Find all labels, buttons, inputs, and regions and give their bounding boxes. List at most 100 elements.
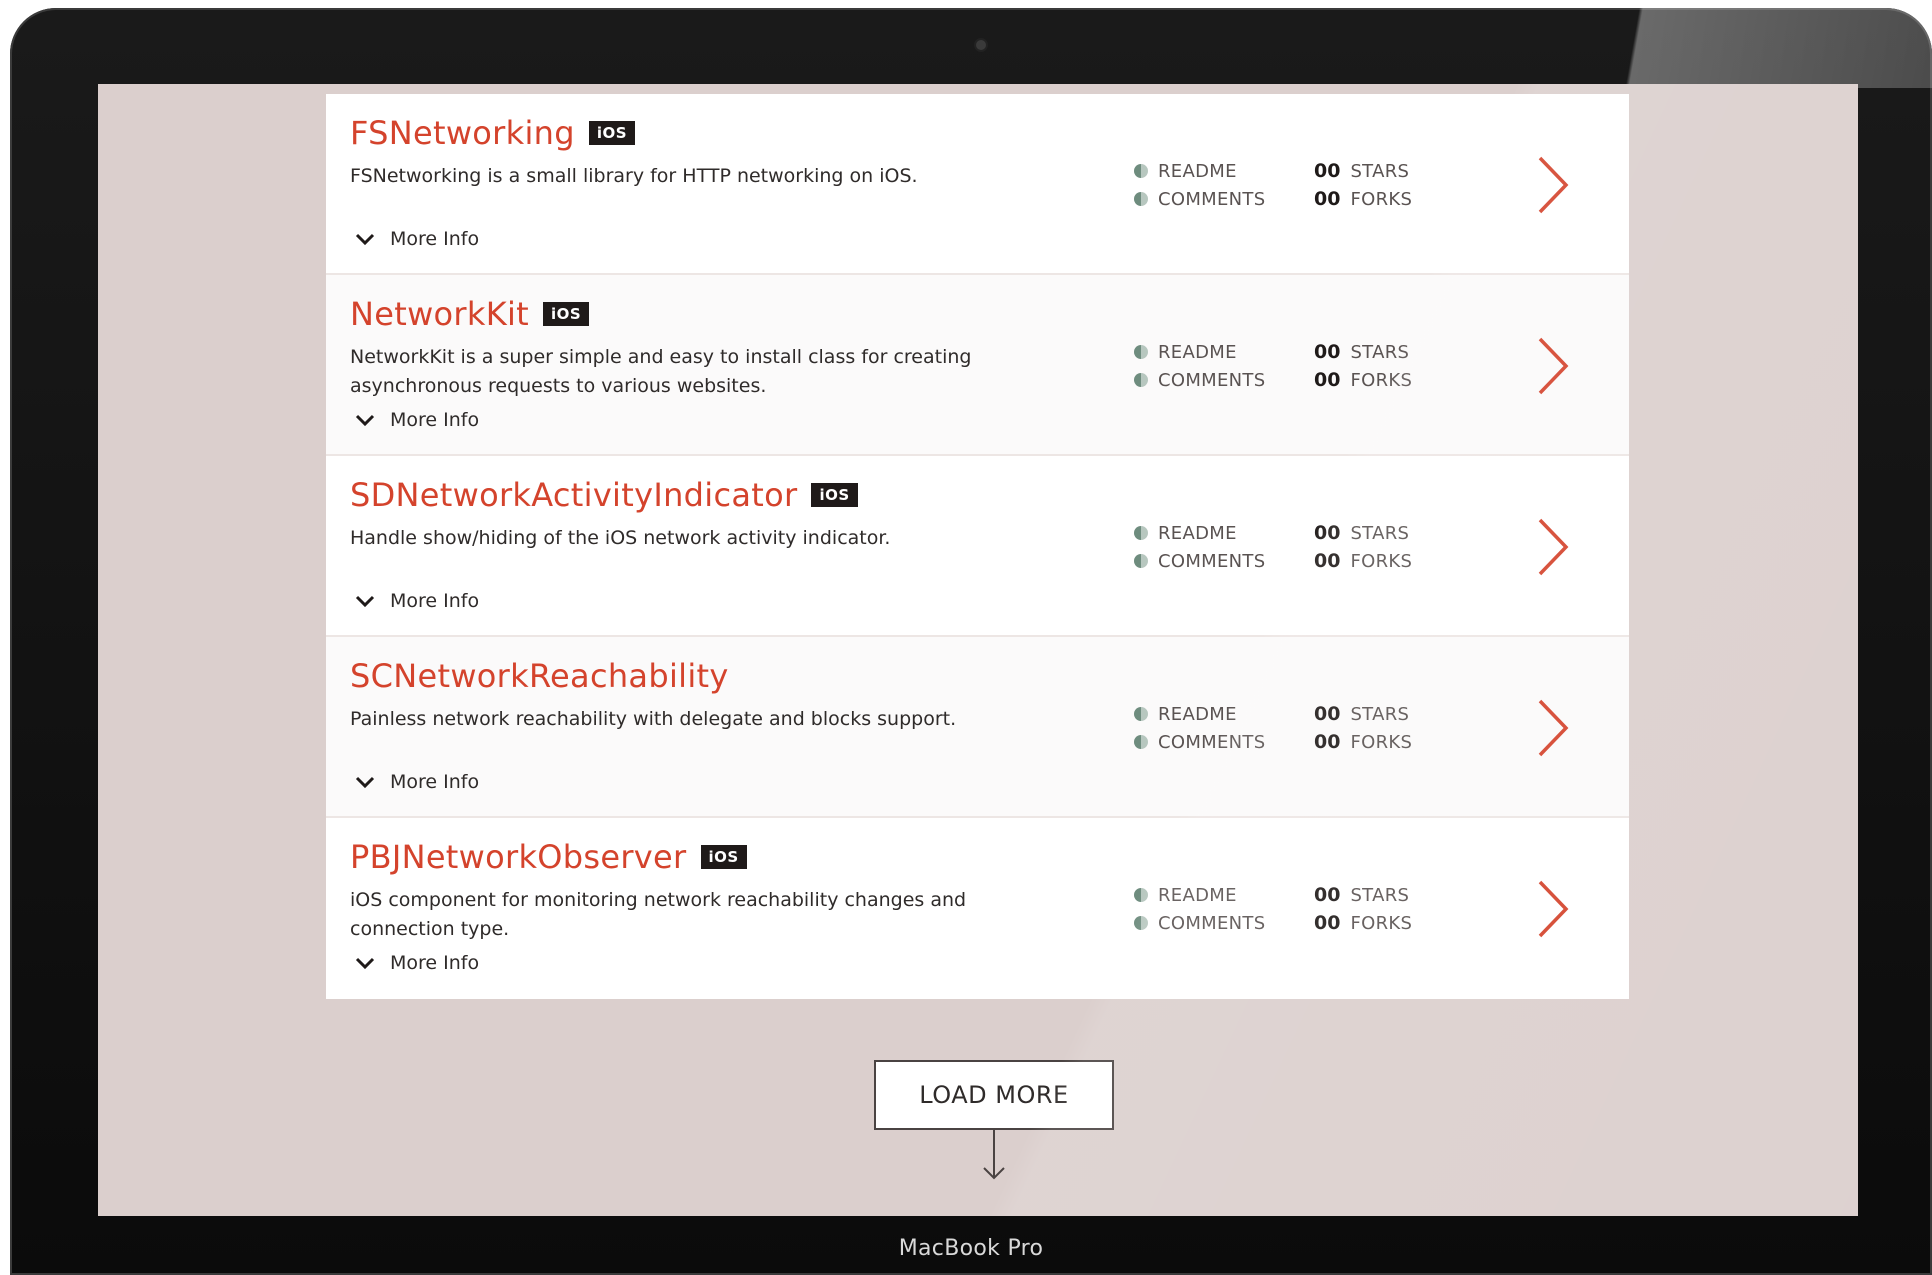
- forks-count: 00: [1314, 912, 1341, 934]
- more-info-toggle[interactable]: More Info: [354, 771, 479, 793]
- comments-label: COMMENTS: [1158, 188, 1266, 210]
- status-dot-icon: [1134, 554, 1148, 568]
- repo-title-link[interactable]: FSNetworking: [350, 114, 575, 152]
- forks-label: FORKS: [1350, 912, 1413, 934]
- status-dot-icon: [1134, 735, 1148, 749]
- bezel-glare: [1572, 8, 1932, 88]
- comments-link[interactable]: COMMENTS: [1134, 550, 1314, 572]
- more-info-toggle[interactable]: More Info: [354, 590, 479, 612]
- forks-stat: 00 FORKS: [1314, 731, 1444, 753]
- status-dot-icon: [1134, 345, 1148, 359]
- chevron-right-icon[interactable]: [1534, 697, 1572, 759]
- forks-count: 00: [1314, 188, 1341, 210]
- chevron-down-icon: [355, 776, 375, 789]
- repo-title-row: PBJNetworkObserver iOS: [350, 838, 747, 876]
- stars-label: STARS: [1350, 522, 1410, 544]
- more-info-label: More Info: [390, 228, 480, 250]
- repo-title-link[interactable]: SCNetworkReachability: [350, 657, 729, 695]
- more-info-label: More Info: [390, 771, 480, 793]
- repo-description: FSNetworking is a small library for HTTP…: [350, 165, 918, 187]
- repo-title-link[interactable]: SDNetworkActivityIndicator: [350, 476, 797, 514]
- forks-stat: 00 FORKS: [1314, 369, 1444, 391]
- stars-count: 00: [1314, 341, 1341, 363]
- repo-card: PBJNetworkObserver iOS iOS component for…: [326, 818, 1629, 999]
- more-info-label: More Info: [390, 590, 480, 612]
- stars-count: 00: [1314, 884, 1341, 906]
- comments-link[interactable]: COMMENTS: [1134, 188, 1314, 210]
- forks-stat: 00 FORKS: [1314, 188, 1444, 210]
- status-dot-icon: [1134, 888, 1148, 902]
- more-info-toggle[interactable]: More Info: [354, 228, 479, 250]
- readme-link[interactable]: README: [1134, 703, 1314, 725]
- repo-description: iOS component for monitoring network rea…: [350, 889, 967, 940]
- stars-count: 00: [1314, 522, 1341, 544]
- forks-count: 00: [1314, 731, 1341, 753]
- repo-meta: README 00 STARS COMMENTS 00 FORKS: [1134, 703, 1444, 753]
- forks-count: 00: [1314, 369, 1341, 391]
- stars-count: 00: [1314, 160, 1341, 182]
- status-dot-icon: [1134, 164, 1148, 178]
- repo-meta: README 00 STARS COMMENTS 00 FORKS: [1134, 341, 1444, 391]
- forks-label: FORKS: [1350, 369, 1413, 391]
- repo-card: NetworkKit iOS NetworkKit is a super sim…: [326, 275, 1629, 456]
- forks-stat: 00 FORKS: [1314, 550, 1444, 572]
- stars-stat: 00 STARS: [1314, 160, 1444, 182]
- status-dot-icon: [1134, 526, 1148, 540]
- chevron-right-icon[interactable]: [1534, 154, 1572, 216]
- readme-label: README: [1158, 160, 1237, 182]
- stars-stat: 00 STARS: [1314, 522, 1444, 544]
- repo-meta: README 00 STARS COMMENTS 00 FORKS: [1134, 522, 1444, 572]
- comments-label: COMMENTS: [1158, 369, 1266, 391]
- repo-description: Painless network reachability with deleg…: [350, 708, 957, 730]
- chevron-right-icon[interactable]: [1534, 516, 1572, 578]
- screen: FSNetworking iOS FSNetworking is a small…: [98, 84, 1858, 1216]
- readme-label: README: [1158, 884, 1237, 906]
- repo-description: Handle show/hiding of the iOS network ac…: [350, 527, 891, 549]
- readme-link[interactable]: README: [1134, 341, 1314, 363]
- forks-label: FORKS: [1350, 731, 1413, 753]
- repo-title-link[interactable]: PBJNetworkObserver: [350, 838, 687, 876]
- readme-link[interactable]: README: [1134, 160, 1314, 182]
- readme-link[interactable]: README: [1134, 884, 1314, 906]
- repo-list: FSNetworking iOS FSNetworking is a small…: [326, 94, 1629, 999]
- comments-link[interactable]: COMMENTS: [1134, 369, 1314, 391]
- forks-count: 00: [1314, 550, 1341, 572]
- stars-label: STARS: [1350, 703, 1410, 725]
- comments-label: COMMENTS: [1158, 550, 1266, 572]
- comments-link[interactable]: COMMENTS: [1134, 912, 1314, 934]
- chevron-down-icon: [355, 957, 375, 970]
- more-info-toggle[interactable]: More Info: [354, 409, 479, 431]
- platform-badge: iOS: [588, 121, 636, 145]
- stars-label: STARS: [1350, 884, 1410, 906]
- laptop-frame: FSNetworking iOS FSNetworking is a small…: [10, 8, 1932, 1275]
- forks-stat: 00 FORKS: [1314, 912, 1444, 934]
- repo-title-row: SDNetworkActivityIndicator iOS: [350, 476, 858, 514]
- status-dot-icon: [1134, 916, 1148, 930]
- comments-link[interactable]: COMMENTS: [1134, 731, 1314, 753]
- status-dot-icon: [1134, 707, 1148, 721]
- more-info-label: More Info: [390, 409, 480, 431]
- stars-label: STARS: [1350, 160, 1410, 182]
- chevron-right-icon[interactable]: [1534, 878, 1572, 940]
- more-info-toggle[interactable]: More Info: [354, 952, 479, 974]
- repo-title-row: FSNetworking iOS: [350, 114, 636, 152]
- load-more-button[interactable]: LOAD MORE: [874, 1060, 1114, 1130]
- stars-count: 00: [1314, 703, 1341, 725]
- platform-badge: iOS: [700, 845, 747, 869]
- repo-title-row: SCNetworkReachability: [350, 657, 729, 695]
- chevron-down-icon: [355, 414, 375, 427]
- readme-label: README: [1158, 703, 1237, 725]
- readme-label: README: [1158, 341, 1237, 363]
- repo-title-link[interactable]: NetworkKit: [350, 295, 529, 333]
- repo-card: SDNetworkActivityIndicator iOS Handle sh…: [326, 456, 1629, 637]
- chevron-right-icon[interactable]: [1534, 335, 1572, 397]
- status-dot-icon: [1134, 373, 1148, 387]
- repo-description: NetworkKit is a super simple and easy to…: [350, 346, 972, 397]
- stars-label: STARS: [1350, 341, 1410, 363]
- forks-label: FORKS: [1350, 188, 1413, 210]
- readme-label: README: [1158, 522, 1237, 544]
- stars-stat: 00 STARS: [1314, 884, 1444, 906]
- chevron-down-icon: [355, 233, 375, 246]
- platform-badge: iOS: [543, 302, 590, 326]
- readme-link[interactable]: README: [1134, 522, 1314, 544]
